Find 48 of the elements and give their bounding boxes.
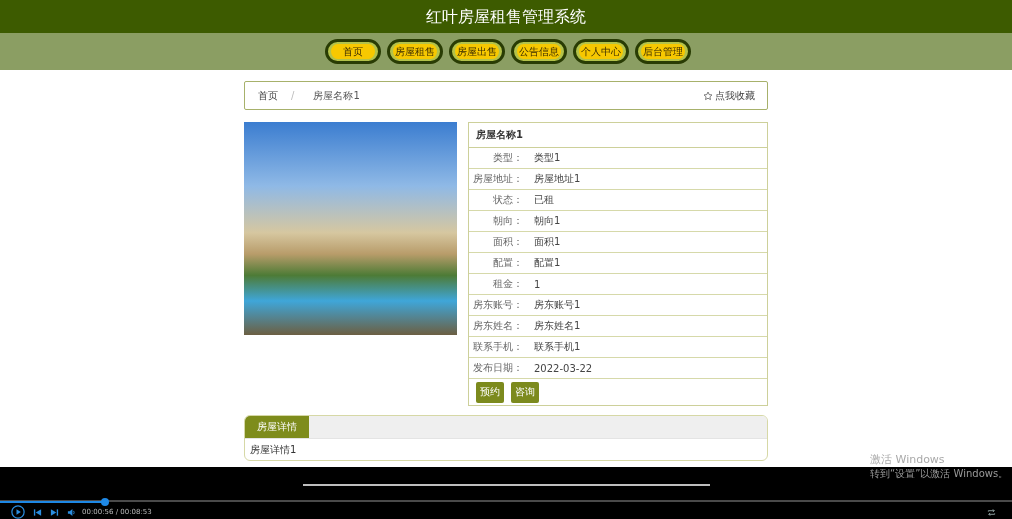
field-value: 房屋地址1 (534, 172, 581, 186)
action-button[interactable]: 咨询 (511, 381, 539, 403)
nav-button[interactable]: 个人中心 (573, 39, 629, 64)
field-label: 房东姓名： (472, 319, 523, 333)
field-label: 配置： (492, 256, 523, 270)
tab[interactable]: 房屋详情 (245, 416, 309, 438)
activation-notice-text: 转到“设置”以激活 Windows。 (870, 468, 1009, 480)
field-label: 状态： (492, 193, 523, 207)
breadcrumb-link[interactable]: 首页 (258, 88, 278, 103)
progress-handle[interactable] (101, 497, 110, 506)
skip-forward-icon[interactable] (50, 507, 59, 517)
detail-title: 房屋名称1 (476, 128, 523, 142)
field-value: 联系手机1 (534, 340, 581, 354)
field-label: 房屋地址： (472, 172, 523, 186)
nav-button[interactable]: 公告信息 (511, 39, 567, 64)
field-label: 联系手机： (472, 340, 523, 354)
field-value: 类型1 (534, 151, 561, 165)
loop-icon[interactable] (987, 507, 996, 517)
field-label: 房东账号： (472, 298, 523, 312)
breadcrumb-separator: / (291, 90, 295, 101)
skip-back-icon[interactable] (33, 507, 42, 517)
tab-content-text: 房屋详情1 (250, 444, 297, 455)
field-value: 配置1 (534, 256, 561, 270)
field-label: 面积： (492, 235, 523, 249)
field-label: 发布日期： (472, 361, 523, 375)
star-icon (703, 90, 713, 101)
nav-button[interactable]: 房屋出售 (449, 39, 505, 64)
nav-button[interactable]: 首页 (325, 39, 381, 64)
action-button[interactable]: 预约 (476, 381, 504, 403)
page-title: 红叶房屋租售管理系统 (426, 6, 586, 27)
field-label: 类型： (492, 151, 523, 165)
field-value: 朝向1 (534, 214, 561, 228)
breadcrumb-current: 房屋名称1 (313, 88, 360, 103)
nav-button[interactable]: 房屋租售 (387, 39, 443, 64)
field-value: 2022-03-22 (534, 362, 593, 374)
field-value: 1 (534, 278, 541, 290)
favorite-link[interactable]: 点我收藏 (703, 88, 755, 103)
field-label: 朝向： (492, 214, 523, 228)
field-value: 面积1 (534, 235, 561, 249)
activation-notice-title: 激活 Windows (870, 453, 945, 466)
field-value: 房东姓名1 (534, 319, 581, 333)
field-value: 已租 (534, 193, 554, 207)
play-icon[interactable] (11, 505, 25, 519)
field-value: 房东账号1 (534, 298, 581, 312)
volume-icon[interactable] (67, 507, 76, 517)
progress-track[interactable] (0, 497, 1012, 504)
nav-button[interactable]: 后台管理 (635, 39, 691, 64)
field-label: 租金： (492, 277, 523, 291)
